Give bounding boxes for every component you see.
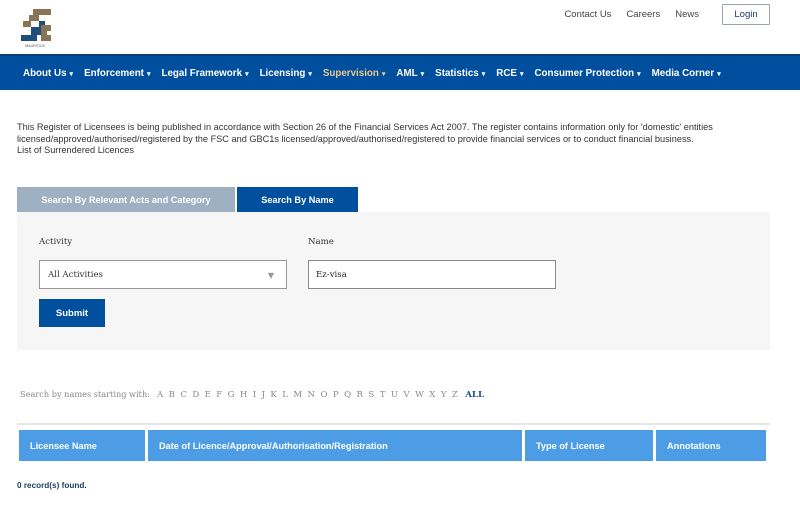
main-nav: About Us ▾ Enforcement ▾ Legal Framework ▾ Lic…	[0, 54, 800, 90]
nav-item-statistics[interactable]: Statistics ▾	[435, 68, 485, 79]
letter-p[interactable]: P	[333, 390, 339, 400]
letter-e[interactable]: E	[205, 390, 211, 400]
tab-relevant-acts[interactable]: Search By Relevant Acts and Category	[17, 187, 235, 212]
caret-down-icon: ▾	[245, 70, 249, 78]
contact-us-link[interactable]: Contact Us	[564, 9, 611, 20]
caret-down-icon: ▾	[146, 70, 151, 78]
svg-text:MAURITIUS: MAURITIUS	[25, 44, 46, 48]
col-date[interactable]: Date of Licence/Approval/Authorisation/R…	[148, 430, 522, 461]
alphabet-lead: Search by names starting with:	[20, 389, 151, 399]
col-annotations[interactable]: Annotations	[656, 430, 766, 461]
nav-item-licensing[interactable]: Licensing ▾	[260, 68, 312, 79]
letter-u[interactable]: U	[391, 390, 398, 400]
letter-q[interactable]: Q	[344, 390, 351, 400]
letter-x[interactable]: X	[429, 390, 435, 400]
divider	[17, 423, 770, 425]
letter-d[interactable]: D	[192, 390, 199, 400]
letter-v[interactable]: V	[403, 390, 409, 400]
letter-b[interactable]: B	[169, 390, 175, 400]
fsc-logo[interactable]: MAURITIUS	[17, 5, 53, 49]
letter-h[interactable]: H	[240, 390, 248, 400]
caret-down-icon: ▾	[69, 70, 74, 78]
letter-r[interactable]: R	[357, 390, 363, 400]
letter-all[interactable]: ALL	[465, 390, 484, 400]
activity-select[interactable]: All Activities ▼	[39, 260, 287, 289]
results-table-header: Licensee Name Date of Licence/Approval/A…	[19, 430, 766, 461]
top-bar: MAURITIUS Contact Us Careers News Login	[0, 0, 800, 54]
alphabet-filter: Search by names starting with: ABCDEFGHI…	[20, 389, 484, 400]
caret-down-icon: ▾	[381, 70, 386, 78]
col-type[interactable]: Type of License	[525, 430, 653, 461]
search-panel: Activity All Activities ▼ Name Submit	[17, 212, 770, 350]
nav-item-aml[interactable]: AML ▾	[396, 68, 424, 79]
caret-down-icon: ▾	[481, 70, 486, 78]
surrendered-licences-link[interactable]: List of Surrendered Licences	[17, 145, 787, 157]
letter-m[interactable]: M	[293, 390, 302, 400]
letter-y[interactable]: Y	[441, 390, 447, 400]
nav-item-supervision[interactable]: Supervision ▾	[323, 68, 386, 79]
col-licensee-name[interactable]: Licensee Name	[19, 430, 145, 461]
intro-text: This Register of Licensees is being publ…	[17, 122, 787, 157]
letter-s[interactable]: S	[368, 390, 374, 400]
caret-down-icon: ▾	[308, 70, 312, 78]
nav-item-about-us[interactable]: About Us ▾	[23, 68, 73, 79]
nav-item-legal-framework[interactable]: Legal Framework ▾	[161, 68, 248, 79]
nav-item-enforcement[interactable]: Enforcement ▾	[84, 68, 150, 79]
name-label: Name	[308, 237, 334, 247]
letter-t[interactable]: T	[380, 390, 386, 400]
news-link[interactable]: News	[675, 9, 699, 20]
letter-o[interactable]: O	[320, 390, 327, 400]
letter-l[interactable]: L	[282, 390, 288, 400]
records-count: 0 record(s) found.	[17, 481, 87, 490]
dropdown-arrow-icon: ▼	[267, 271, 274, 280]
caret-down-icon: ▾	[717, 70, 721, 78]
tab-search-by-name[interactable]: Search By Name	[237, 187, 358, 212]
nav-item-consumer-protection[interactable]: Consumer Protection ▾	[534, 68, 640, 79]
letter-w[interactable]: W	[415, 390, 424, 400]
letter-a[interactable]: A	[157, 390, 163, 400]
letter-k[interactable]: K	[270, 390, 276, 400]
name-input[interactable]	[308, 260, 556, 289]
letter-n[interactable]: N	[308, 390, 316, 400]
letter-c[interactable]: C	[180, 390, 187, 400]
search-tabs: Search By Relevant Acts and Category Sea…	[17, 187, 358, 212]
letter-i[interactable]: I	[253, 390, 256, 400]
nav-item-media-corner[interactable]: Media Corner ▾	[652, 68, 721, 79]
careers-link[interactable]: Careers	[626, 9, 660, 20]
letter-z[interactable]: Z	[452, 390, 458, 400]
activity-label: Activity	[39, 237, 73, 247]
login-button[interactable]: Login	[722, 4, 770, 25]
caret-down-icon: ▾	[420, 70, 425, 78]
letter-j[interactable]: J	[262, 390, 265, 400]
nav-item-rce[interactable]: RCE ▾	[496, 68, 523, 79]
submit-button[interactable]: Submit	[39, 299, 105, 327]
letter-f[interactable]: F	[216, 390, 222, 400]
caret-down-icon: ▾	[637, 70, 641, 78]
caret-down-icon: ▾	[519, 70, 524, 78]
letter-g[interactable]: G	[228, 390, 235, 400]
